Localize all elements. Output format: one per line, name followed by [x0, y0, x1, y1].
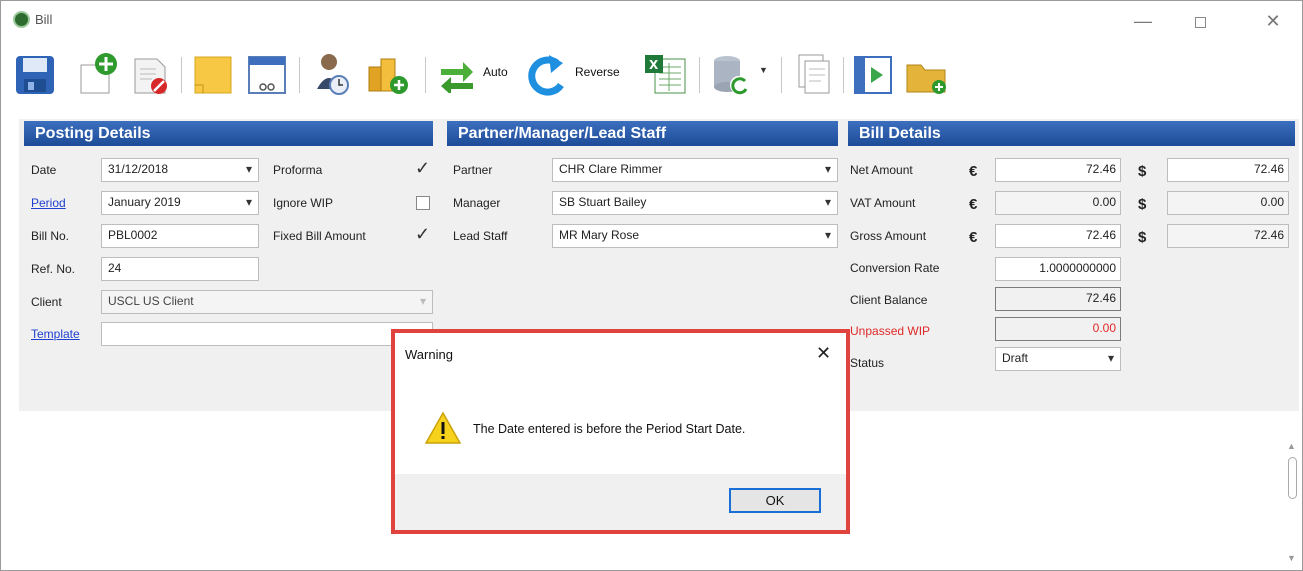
note-icon[interactable] — [193, 55, 233, 95]
manager-label: Manager — [453, 196, 501, 210]
panel-arrow-icon[interactable] — [853, 55, 893, 95]
folder-add-icon[interactable] — [905, 57, 949, 97]
net-amount-usd[interactable]: 72.46 — [1167, 158, 1289, 182]
maximize-button[interactable] — [1183, 7, 1217, 35]
excel-export-icon[interactable]: X — [643, 53, 687, 97]
dialog-message: The Date entered is before the Period St… — [473, 422, 746, 436]
gross-amount-usd: 72.46 — [1167, 224, 1289, 248]
window-title: Bill — [35, 12, 53, 27]
net-amount-eur[interactable]: 72.46 — [995, 158, 1121, 182]
posting-details-header: Posting Details — [24, 121, 433, 146]
lead-staff-label: Lead Staff — [453, 229, 508, 243]
euro-symbol: € — [969, 229, 978, 246]
fixed-bill-amount-checkbox[interactable]: ✓ — [415, 225, 430, 243]
warning-dialog: Warning ✕ The Date entered is before the… — [391, 329, 850, 534]
conversion-rate-input[interactable]: 1.0000000000 — [995, 257, 1121, 281]
scroll-up-arrow-icon[interactable]: ▲ — [1287, 441, 1296, 451]
bill-details-header: Bill Details — [848, 121, 1295, 146]
svg-text:X: X — [649, 58, 659, 72]
bill-window: Bill — ✕ Auto Reverse X ▼ Posting Detail… — [0, 0, 1303, 571]
client-balance-value: 72.46 — [995, 287, 1121, 311]
dialog-title: Warning — [405, 347, 453, 362]
gross-amount-label: Gross Amount — [850, 229, 927, 243]
save-icon[interactable] — [15, 55, 55, 95]
manager-select[interactable]: SB Stuart Bailey — [552, 191, 838, 215]
toolbar-separator — [781, 57, 782, 93]
client-select[interactable]: USCL US Client — [101, 290, 433, 314]
staff-time-icon[interactable] — [311, 51, 351, 97]
app-logo-icon — [13, 11, 30, 28]
toolbar-separator — [699, 57, 700, 93]
euro-symbol: € — [969, 196, 978, 213]
dialog-close-icon[interactable]: ✕ — [816, 343, 831, 364]
vat-amount-label: VAT Amount — [850, 196, 916, 210]
ref-no-label: Ref. No. — [31, 262, 76, 276]
dollar-symbol: $ — [1138, 229, 1147, 246]
status-label: Status — [850, 356, 885, 370]
toolbar-separator — [299, 57, 300, 93]
copy-icon[interactable] — [793, 53, 833, 97]
auto-button[interactable]: Auto — [483, 65, 508, 79]
ok-button[interactable]: OK — [729, 488, 821, 513]
conversion-rate-label: Conversion Rate — [850, 261, 940, 275]
scroll-down-arrow-icon[interactable]: ▼ — [1287, 553, 1296, 563]
unpassed-wip-label: Unpassed WIP — [850, 324, 931, 338]
window-link-icon[interactable] — [247, 55, 287, 95]
add-coins-icon[interactable] — [365, 53, 409, 97]
auto-icon[interactable] — [437, 57, 477, 93]
toolbar-separator — [843, 57, 844, 93]
ignore-wip-label: Ignore WIP — [273, 196, 334, 210]
net-amount-label: Net Amount — [850, 163, 913, 177]
client-balance-label: Client Balance — [850, 293, 928, 307]
lead-staff-select[interactable]: MR Mary Rose — [552, 224, 838, 248]
template-link[interactable]: Template — [31, 327, 80, 341]
staff-header: Partner/Manager/Lead Staff — [447, 121, 838, 146]
date-picker[interactable]: 31/12/2018 — [101, 158, 259, 182]
dollar-symbol: $ — [1138, 163, 1147, 180]
database-refresh-icon[interactable] — [711, 53, 755, 97]
warning-icon — [425, 411, 461, 444]
bill-no-label: Bill No. — [31, 229, 70, 243]
partner-label: Partner — [453, 163, 493, 177]
proforma-label: Proforma — [273, 163, 323, 177]
gross-amount-eur[interactable]: 72.46 — [995, 224, 1121, 248]
ref-no-input[interactable]: 24 — [101, 257, 259, 281]
dollar-symbol: $ — [1138, 196, 1147, 213]
toolbar: Auto Reverse X ▼ — [1, 43, 1302, 113]
delete-icon[interactable] — [131, 55, 171, 97]
reverse-icon[interactable] — [527, 53, 567, 97]
client-label: Client — [31, 295, 62, 309]
ignore-wip-checkbox[interactable] — [416, 196, 430, 210]
close-window-button[interactable]: ✕ — [1256, 7, 1290, 35]
proforma-checkbox[interactable]: ✓ — [415, 159, 430, 177]
fixed-bill-amount-label: Fixed Bill Amount — [273, 229, 366, 243]
date-label: Date — [31, 163, 57, 177]
period-link[interactable]: Period — [31, 196, 66, 210]
scrollbar-thumb[interactable] — [1288, 457, 1297, 499]
maximize-icon — [1194, 16, 1206, 28]
dialog-footer: OK — [395, 474, 846, 530]
period-select[interactable]: January 2019 — [101, 191, 259, 215]
vat-amount-eur: 0.00 — [995, 191, 1121, 215]
toolbar-separator — [425, 57, 426, 93]
bill-no-input[interactable]: PBL0002 — [101, 224, 259, 248]
reverse-button[interactable]: Reverse — [575, 65, 620, 79]
minimize-button[interactable]: — — [1126, 7, 1160, 35]
new-bill-icon[interactable] — [77, 51, 117, 95]
template-select[interactable] — [101, 322, 433, 346]
unpassed-wip-value: 0.00 — [995, 317, 1121, 341]
dialog-body: The Date entered is before the Period St… — [395, 377, 846, 474]
toolbar-separator — [181, 57, 182, 93]
title-bar: Bill — ✕ — [1, 1, 1302, 43]
euro-symbol: € — [969, 163, 978, 180]
dropdown-arrow-icon[interactable]: ▼ — [759, 65, 768, 75]
vat-amount-usd: 0.00 — [1167, 191, 1289, 215]
status-select[interactable]: Draft — [995, 347, 1121, 371]
partner-select[interactable]: CHR Clare Rimmer — [552, 158, 838, 182]
